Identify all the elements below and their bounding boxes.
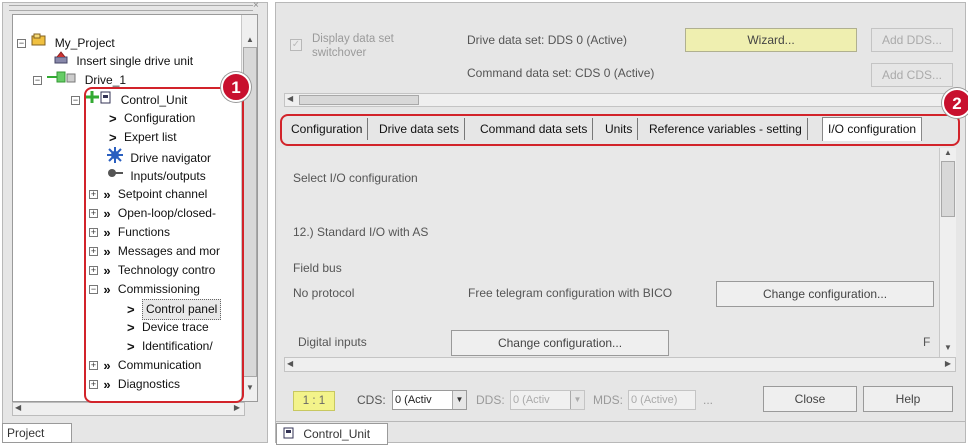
io-configuration-value: 12.) Standard I/O with AS	[293, 225, 429, 239]
chevron-down-icon[interactable]: ▼	[452, 391, 466, 409]
change-configuration-button-2[interactable]: Change configuration...	[451, 330, 669, 356]
tree-item-label: My_Project	[54, 35, 115, 50]
cds-label: CDS:	[357, 393, 386, 407]
close-button[interactable]: Close	[763, 386, 857, 412]
io-configuration-content: Select I/O configuration 12.) Standard I…	[278, 148, 939, 370]
header-horizontal-scrollbar[interactable]: ◀	[284, 93, 948, 107]
collapse-icon[interactable]: −	[17, 38, 26, 48]
panel-title-strip	[9, 5, 253, 11]
change-configuration-button[interactable]: Change configuration...	[716, 281, 934, 307]
callout-badge-2: 2	[942, 88, 968, 118]
scroll-up-arrow-icon[interactable]: ▲	[244, 35, 256, 44]
collapse-icon[interactable]: −	[71, 95, 80, 105]
display-data-set-label: Display data set switchover	[312, 33, 394, 59]
field-bus-label: Field bus	[293, 261, 342, 275]
telegram-text: Free telegram configuration with BICO	[468, 286, 673, 300]
drive-icon	[47, 70, 77, 90]
callout-badge-1: 1	[221, 72, 251, 102]
control-unit-icon	[283, 425, 294, 445]
scrollbar-thumb[interactable]	[941, 161, 955, 217]
tree-item-my-project[interactable]: − My_Project	[17, 33, 115, 52]
drive-data-set-label: Drive data set: DDS 0 (Active)	[467, 33, 628, 47]
scroll-left-arrow-icon[interactable]: ◀	[15, 403, 21, 412]
ratio-indicator: 1 : 1	[293, 391, 335, 411]
callout-outline-tabs	[280, 114, 960, 146]
dds-select-value: 0 (Activ	[513, 394, 550, 406]
select-io-label: Select I/O configuration	[293, 171, 418, 185]
collapse-icon[interactable]: −	[33, 75, 42, 85]
display-data-set-checkbox[interactable]: ✓	[290, 39, 302, 51]
control-unit-tab[interactable]: Control_Unit	[276, 423, 388, 445]
scroll-left-arrow-icon[interactable]: ◀	[287, 94, 293, 103]
insert-drive-icon	[53, 51, 69, 71]
dds-select[interactable]: 0 (Activ ▼	[510, 390, 585, 410]
add-dds-button[interactable]: Add DDS...	[871, 28, 953, 52]
tree-item-insert-drive[interactable]: Insert single drive unit	[53, 51, 193, 70]
mds-label: MDS:	[593, 393, 623, 407]
scroll-left-arrow-icon[interactable]: ◀	[287, 359, 293, 368]
scrollbar-thumb[interactable]	[299, 95, 419, 105]
protocol-value: No protocol	[293, 286, 355, 300]
project-tab[interactable]: Project	[2, 423, 72, 443]
control-unit-tab-label: Control_Unit	[303, 427, 371, 441]
callout-outline-tree	[84, 87, 244, 403]
scroll-down-arrow-icon[interactable]: ▼	[942, 343, 954, 352]
scroll-up-arrow-icon[interactable]: ▲	[942, 148, 954, 157]
mds-more-button[interactable]: ...	[703, 393, 713, 407]
help-button[interactable]: Help	[863, 386, 953, 412]
dds-label: DDS:	[476, 393, 505, 407]
scroll-down-arrow-icon[interactable]: ▼	[244, 383, 256, 392]
digital-inputs-label: Digital inputs	[298, 335, 367, 349]
scroll-right-arrow-icon[interactable]: ▶	[234, 403, 240, 412]
tree-horizontal-scrollbar[interactable]: ◀ ▶	[12, 402, 245, 416]
scroll-right-arrow-icon[interactable]: ▶	[945, 359, 951, 368]
cds-select-value: 0 (Activ	[395, 394, 432, 406]
truncated-label: F	[923, 335, 931, 349]
cds-select[interactable]: 0 (Activ ▼	[392, 390, 467, 410]
add-cds-button[interactable]: Add CDS...	[871, 63, 953, 87]
command-data-set-label: Command data set: CDS 0 (Active)	[467, 66, 655, 80]
project-icon	[31, 33, 47, 53]
content-horizontal-scrollbar[interactable]: ◀ ▶	[284, 357, 956, 372]
tree-item-label: Insert single drive unit	[76, 53, 194, 68]
status-strip	[276, 421, 966, 422]
wizard-button[interactable]: Wizard...	[685, 28, 857, 52]
content-vertical-scrollbar[interactable]: ▲ ▼	[939, 148, 956, 370]
mds-field: 0 (Active)	[628, 390, 696, 410]
close-panel-icon[interactable]: ×	[253, 0, 259, 11]
chevron-down-icon[interactable]: ▼	[570, 391, 584, 409]
